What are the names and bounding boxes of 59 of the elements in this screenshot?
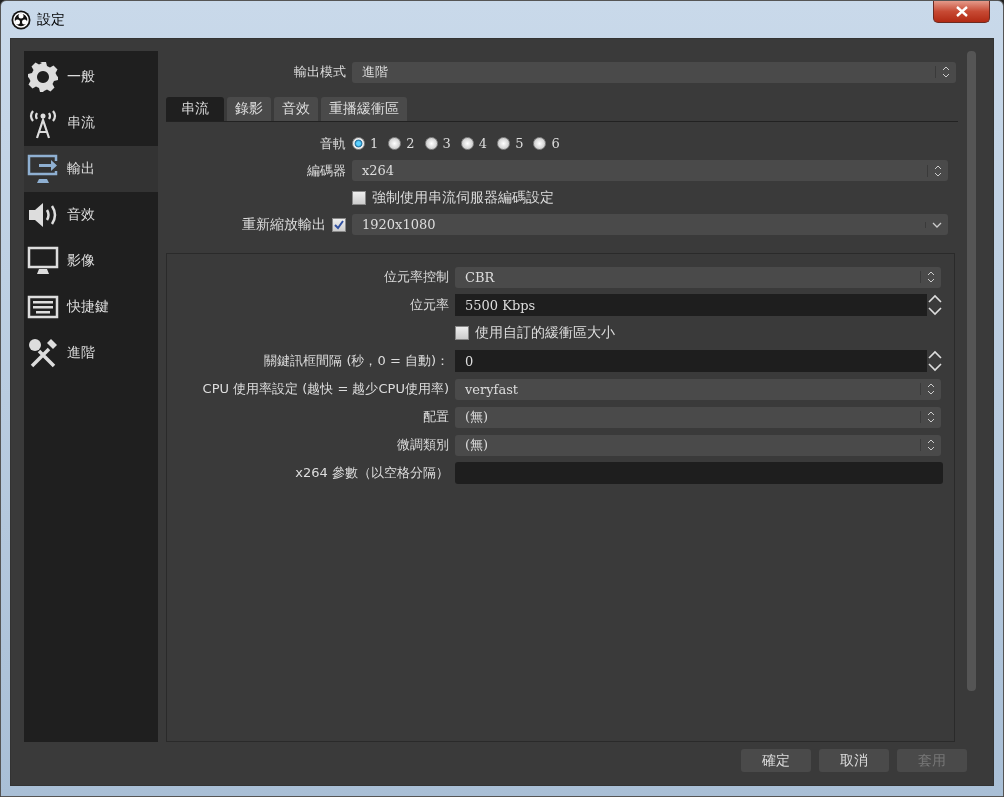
- sidebar-item[interactable]: 快捷鍵: [24, 284, 158, 330]
- radio-option[interactable]: 4: [460, 136, 488, 151]
- up-down-arrows-icon: [920, 271, 935, 283]
- monitor-arrow-icon: [27, 153, 59, 185]
- sidebar-item[interactable]: 進階: [24, 330, 158, 376]
- text-field[interactable]: [455, 462, 943, 484]
- checkbox[interactable]: 強制使用串流伺服器編碼設定: [352, 188, 554, 207]
- dropdown[interactable]: (無): [455, 434, 941, 456]
- up-down-arrows-icon: [920, 411, 935, 423]
- close-button[interactable]: [933, 1, 990, 23]
- spin-box[interactable]: 5500 Kbps: [455, 294, 943, 316]
- checkbox[interactable]: 使用自訂的緩衝區大小: [455, 324, 615, 342]
- checkbox[interactable]: 重新縮放輸出: [166, 215, 346, 234]
- sidebar-item[interactable]: 影像: [24, 238, 158, 284]
- dialog-button[interactable]: 取消: [819, 749, 889, 772]
- field-label: 輸出模式: [293, 63, 346, 81]
- radio-option[interactable]: 6: [533, 136, 560, 151]
- field-label: CPU 使用率設定 (越快 = 越少CPU使用率): [201, 380, 449, 398]
- radio-option[interactable]: 5: [497, 136, 524, 151]
- encoder-dropdown[interactable]: x264: [352, 160, 948, 181]
- field-label: 位元率控制: [383, 268, 449, 286]
- field-label: 音軌: [319, 134, 346, 153]
- sidebar-item[interactable]: 一般: [24, 54, 158, 100]
- up-down-arrows-icon: [920, 383, 935, 395]
- dialog-button[interactable]: 確定: [741, 749, 811, 772]
- app-logo-icon: [11, 9, 31, 30]
- resolution-dropdown[interactable]: 1920x1080: [352, 214, 948, 235]
- field-label: 配置: [422, 408, 449, 426]
- output-mode-dropdown[interactable]: 進階: [352, 61, 956, 83]
- chevron-down-icon: [925, 221, 942, 228]
- dropdown[interactable]: veryfast: [455, 378, 941, 400]
- checkmark-icon: [333, 218, 345, 231]
- tab[interactable]: 串流: [166, 97, 224, 121]
- radio-option[interactable]: 1: [352, 136, 379, 151]
- field-label: 微調類別: [396, 436, 449, 454]
- up-down-arrows-icon: [927, 164, 942, 177]
- up-down-arrows-icon: [935, 66, 950, 78]
- spin-box[interactable]: 0: [455, 350, 943, 372]
- monitor-icon: [27, 245, 59, 277]
- field-label: 關鍵訊框間隔 (秒，0 = 自動)：: [263, 352, 449, 370]
- tab[interactable]: 錄影: [227, 97, 271, 121]
- radio-option[interactable]: 2: [388, 136, 415, 151]
- window-title: 設定: [37, 10, 65, 29]
- dropdown[interactable]: (無): [455, 406, 941, 428]
- close-icon: [955, 6, 968, 17]
- up-down-arrows-icon: [920, 439, 935, 451]
- gear-icon: [27, 61, 59, 93]
- field-label: 位元率: [409, 296, 449, 314]
- field-label: x264 參數（以空格分隔）: [294, 464, 449, 482]
- dropdown[interactable]: CBR: [455, 266, 941, 288]
- tab[interactable]: 重播緩衝區: [321, 97, 407, 121]
- sidebar-item[interactable]: 串流: [24, 100, 158, 146]
- tab[interactable]: 音效: [274, 97, 318, 121]
- field-label: 編碼器: [306, 161, 346, 180]
- tools-icon: [27, 337, 59, 369]
- radio-option[interactable]: 3: [424, 136, 451, 151]
- scrollbar[interactable]: [967, 51, 976, 691]
- sidebar-item[interactable]: 音效: [24, 192, 158, 238]
- sidebar-item[interactable]: 輸出: [24, 146, 158, 192]
